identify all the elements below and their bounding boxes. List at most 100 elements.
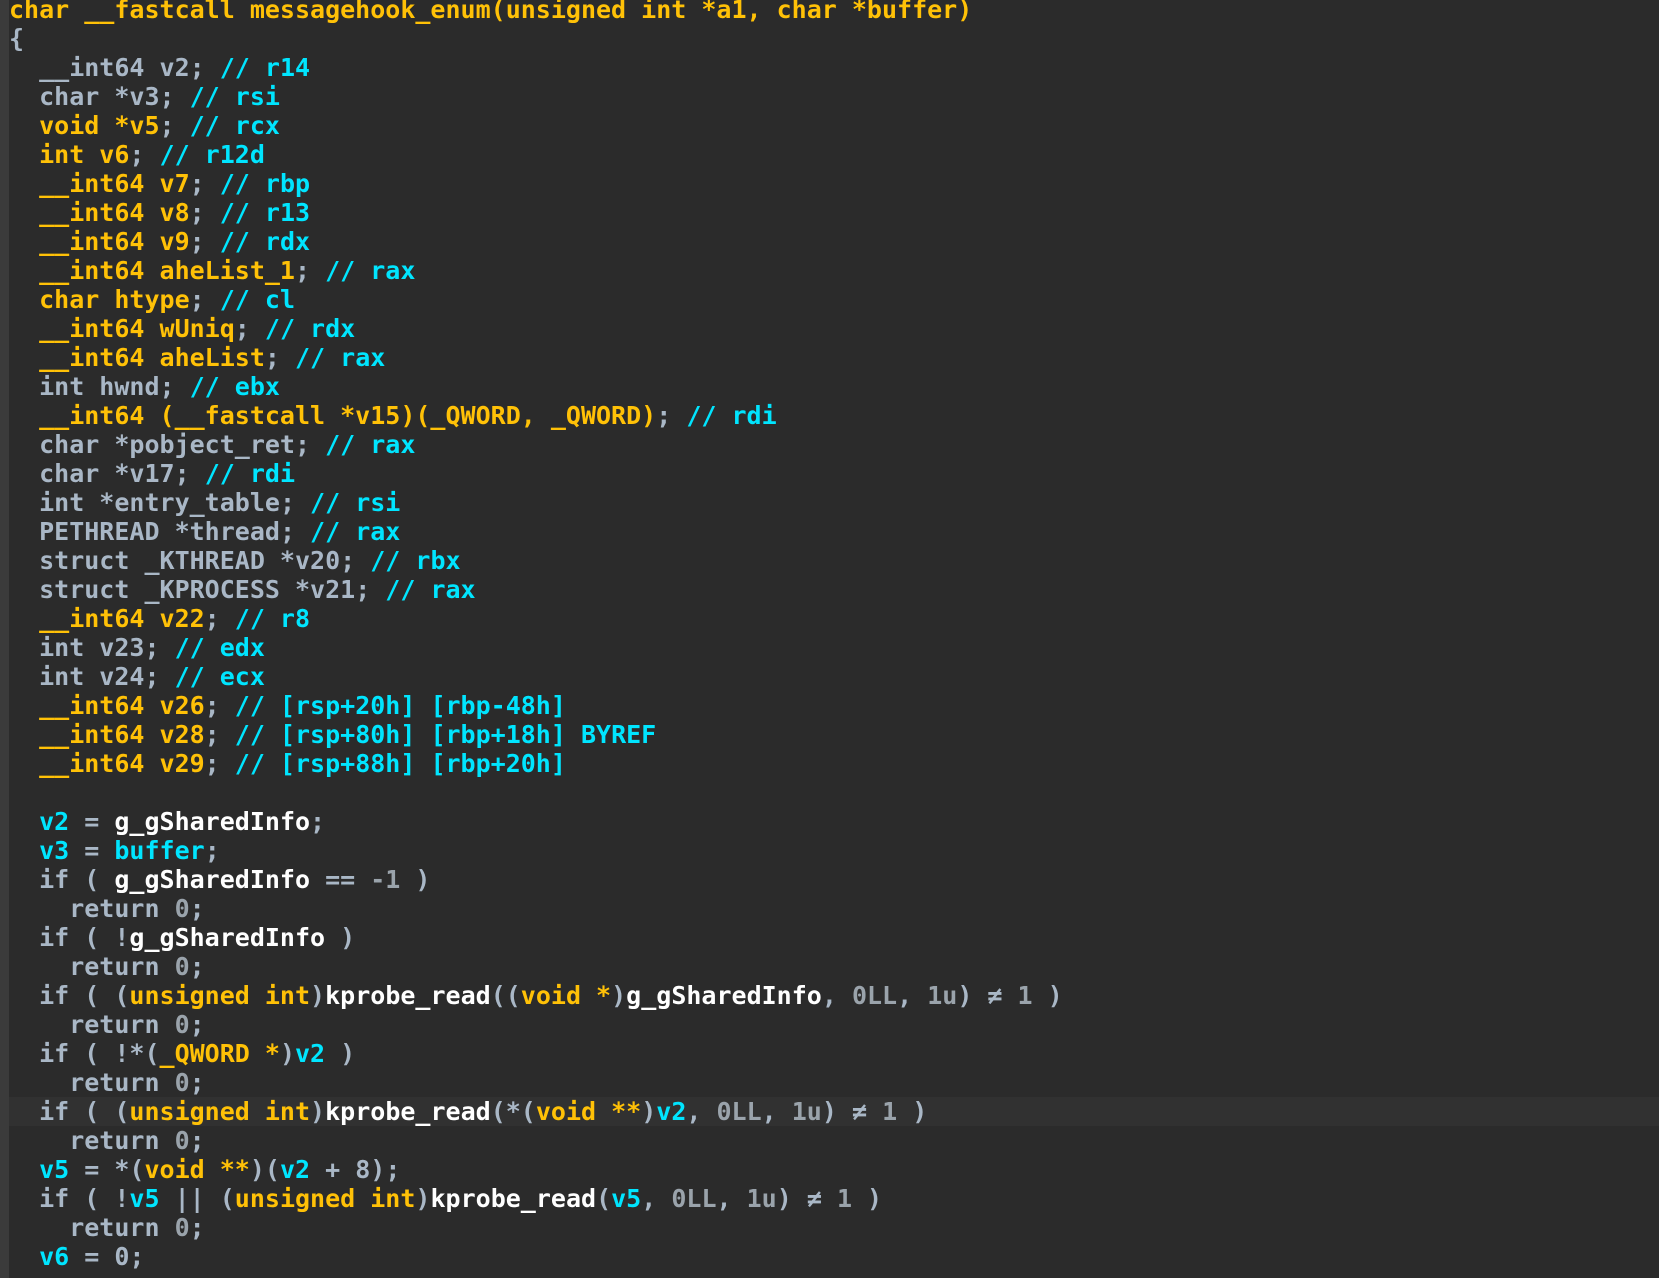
code-token: void ** — [144, 1155, 250, 1184]
code-line[interactable]: if ( (unsigned int)kprobe_read((void *)g… — [9, 981, 1659, 1010]
code-token: ; — [144, 662, 175, 691]
code-token: , — [716, 1184, 747, 1213]
code-line[interactable]: __int64 wUniq; // rdx — [9, 314, 1659, 343]
code-token: ) ≠ — [776, 1184, 837, 1213]
code-token: ; — [189, 1068, 205, 1097]
code-line[interactable]: int hwnd; // ebx — [9, 372, 1659, 401]
code-line[interactable]: return 0; — [9, 1068, 1659, 1097]
code-token: char *v3 — [9, 82, 160, 111]
code-token: unsigned int — [129, 1097, 311, 1126]
code-token: return — [9, 1126, 175, 1155]
code-line[interactable]: __int64 (__fastcall *v15)(_QWORD, _QWORD… — [9, 401, 1659, 430]
code-line[interactable]: return 0; — [9, 952, 1659, 981]
code-line[interactable]: __int64 v8; // r13 — [9, 198, 1659, 227]
code-line[interactable]: __int64 v7; // rbp — [9, 169, 1659, 198]
code-token: // r13 — [219, 198, 311, 227]
code-line[interactable]: char *v17; // rdi — [9, 459, 1659, 488]
code-line[interactable]: if ( g_gSharedInfo == -1 ) — [9, 865, 1659, 894]
code-line[interactable]: return 0; — [9, 1010, 1659, 1039]
code-line[interactable]: if ( !*(_QWORD *)v2 ) — [9, 1039, 1659, 1068]
code-line[interactable]: return 0; — [9, 1126, 1659, 1155]
code-line[interactable]: v3 = buffer; — [9, 836, 1659, 865]
code-token: // rax — [294, 343, 386, 372]
code-line[interactable]: return 0; — [9, 1213, 1659, 1242]
code-line[interactable]: int *entry_table; // rsi — [9, 488, 1659, 517]
code-token: __int64 v7 — [9, 169, 190, 198]
code-token: 0 — [174, 894, 190, 923]
code-token: 0 — [174, 952, 190, 981]
code-token: kprobe_read — [325, 1097, 491, 1126]
code-token: ; — [656, 401, 687, 430]
code-line[interactable]: char *pobject_ret; // rax — [9, 430, 1659, 459]
code-token: ) ≠ — [821, 1097, 883, 1126]
code-token: ; — [189, 169, 220, 198]
code-line[interactable]: int v6; // r12d — [9, 140, 1659, 169]
code-line[interactable]: struct _KTHREAD *v20; // rbx — [9, 546, 1659, 575]
code-token: int v6 — [9, 140, 130, 169]
code-line[interactable]: char __fastcall messagehook_enum(unsigne… — [9, 0, 1659, 24]
code-token: v2 — [9, 807, 70, 836]
code-token: 0 — [174, 1010, 190, 1039]
code-line[interactable]: return 0; — [9, 894, 1659, 923]
code-line[interactable]: __int64 v22; // r8 — [9, 604, 1659, 633]
code-line[interactable]: __int64 aheList; // rax — [9, 343, 1659, 372]
code-line[interactable]: __int64 v2; // r14 — [9, 53, 1659, 82]
code-token: 0 — [174, 1213, 190, 1242]
code-token: if ( ! — [9, 1184, 130, 1213]
code-token: g_gSharedInfo — [114, 807, 311, 836]
code-line[interactable]: __int64 v26; // [rsp+20h] [rbp-48h] — [9, 691, 1659, 720]
code-token: ; — [204, 720, 235, 749]
code-token: if ( ( — [9, 1097, 130, 1126]
code-line[interactable]: v6 = 0; — [9, 1242, 1659, 1271]
code-token: ; — [174, 459, 205, 488]
code-line[interactable]: char htype; // cl — [9, 285, 1659, 314]
code-token: 0 — [174, 1068, 190, 1097]
code-line[interactable]: __int64 aheList_1; // rax — [9, 256, 1659, 285]
code-token: // rax — [325, 256, 416, 285]
code-token: || ( — [159, 1184, 235, 1213]
code-token: 1 — [882, 1097, 898, 1126]
code-token: 0LL — [716, 1097, 762, 1126]
code-line[interactable]: __int64 v29; // [rsp+88h] [rbp+20h] — [9, 749, 1659, 778]
code-token: ; — [189, 198, 220, 227]
code-token: // rsi — [310, 488, 401, 517]
code-line[interactable] — [9, 778, 1659, 807]
code-token: ; — [340, 546, 371, 575]
code-line[interactable]: v2 = g_gSharedInfo; — [9, 807, 1659, 836]
code-line[interactable]: if ( !g_gSharedInfo ) — [9, 923, 1659, 952]
code-line[interactable]: int v23; // edx — [9, 633, 1659, 662]
code-token: int v24 — [9, 662, 145, 691]
code-token: // r8 — [234, 604, 311, 633]
code-line[interactable]: v5 = *(void **)(v2 + 8); — [9, 1155, 1659, 1184]
code-token: ; — [189, 1010, 205, 1039]
code-line[interactable]: void *v5; // rcx — [9, 111, 1659, 140]
code-line[interactable]: __int64 v9; // rdx — [9, 227, 1659, 256]
code-token: __int64 v8 — [9, 198, 190, 227]
code-line[interactable]: PETHREAD *thread; // rax — [9, 517, 1659, 546]
code-token: 1 — [836, 1184, 852, 1213]
code-line[interactable]: struct _KPROCESS *v21; // rax — [9, 575, 1659, 604]
code-token: return — [9, 1213, 175, 1242]
code-token: if ( !*( — [9, 1039, 160, 1068]
code-token: ) — [897, 1097, 928, 1126]
code-token: 1u — [746, 1184, 777, 1213]
code-token: 0LL — [851, 981, 898, 1010]
code-line[interactable]: int v24; // ecx — [9, 662, 1659, 691]
code-token: void *v5 — [9, 111, 160, 140]
code-line[interactable]: { — [9, 24, 1659, 53]
code-token: v2 — [295, 1039, 326, 1068]
code-token: = — [69, 836, 115, 865]
code-token: char __fastcall messagehook_enum(unsigne… — [9, 0, 973, 24]
code-token: __int64 v29 — [9, 749, 205, 778]
code-token: g_gSharedInfo — [114, 865, 311, 894]
code-token: if ( ( — [9, 981, 130, 1010]
code-line[interactable]: if ( !v5 || (unsigned int)kprobe_read(v5… — [9, 1184, 1659, 1213]
code-line[interactable]: __int64 v28; // [rsp+80h] [rbp+18h] BYRE… — [9, 720, 1659, 749]
code-line[interactable]: if ( (unsigned int)kprobe_read(*(void **… — [9, 1097, 1659, 1126]
code-token: v5 — [9, 1155, 70, 1184]
pseudocode-view[interactable]: char __fastcall messagehook_enum(unsigne… — [0, 0, 1659, 1278]
code-token: ; — [159, 82, 190, 111]
code-line[interactable]: char *v3; // rsi — [9, 82, 1659, 111]
code-token: ) — [641, 1097, 657, 1126]
code-token: (*( — [490, 1097, 536, 1126]
